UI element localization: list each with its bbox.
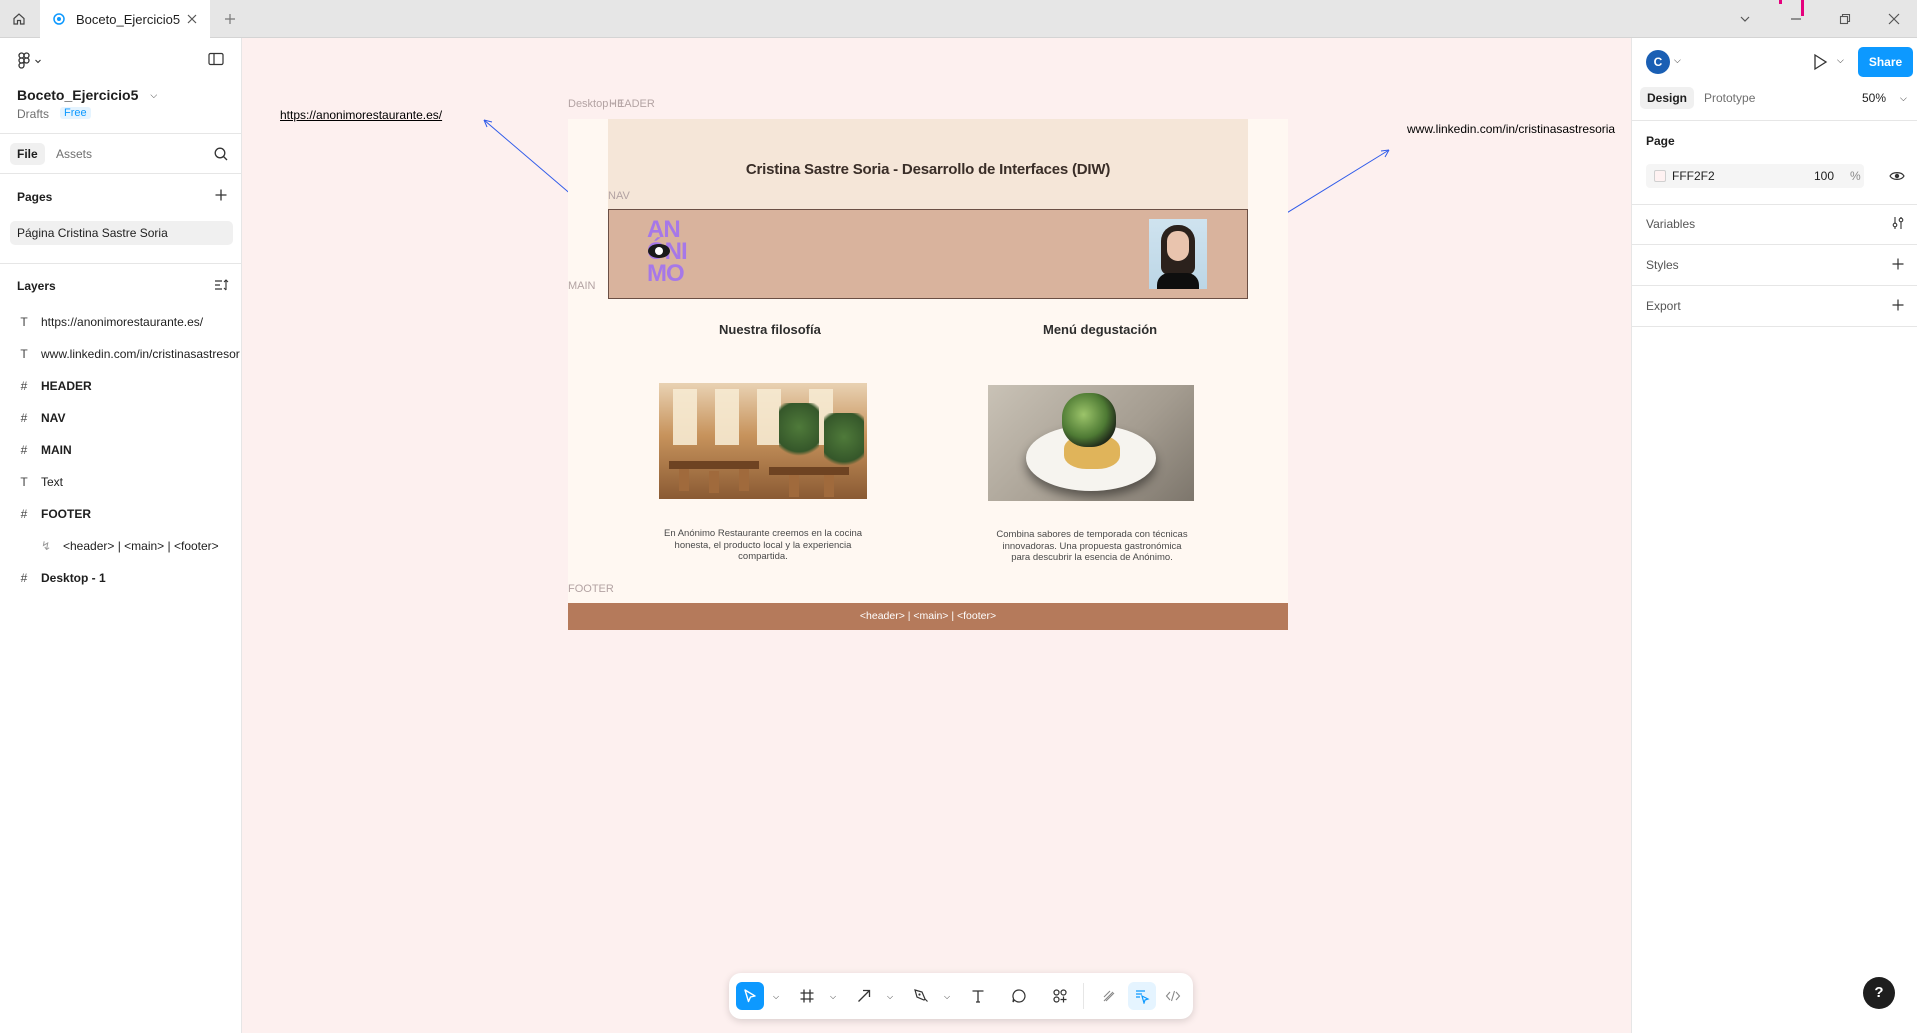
add-style-button[interactable] <box>1890 256 1906 275</box>
text-icon <box>972 990 984 1003</box>
arrow-icon <box>858 989 871 1002</box>
chevron-down-icon[interactable]: ⌵ <box>1674 55 1681 66</box>
page-heading: Page <box>1646 134 1675 148</box>
play-icon <box>1814 53 1828 71</box>
frame-tool-button[interactable] <box>793 982 821 1010</box>
image-chair <box>679 469 689 491</box>
page-opacity[interactable]: 100 <box>1814 164 1834 188</box>
variables-button[interactable] <box>1890 215 1906 234</box>
tab-prototype[interactable]: Prototype <box>1704 87 1755 109</box>
image-chair <box>709 471 719 493</box>
image-window <box>757 389 781 445</box>
draw-mode-button[interactable] <box>1095 982 1123 1010</box>
section-title-filosofia: Nuestra filosofía <box>719 322 821 337</box>
page-opacity-unit: % <box>1850 169 1861 183</box>
divider <box>1632 285 1917 286</box>
divider <box>1632 204 1917 205</box>
variables-heading[interactable]: Variables <box>1646 217 1695 231</box>
header-frame[interactable]: Cristina Sastre Soria - Desarrollo de In… <box>608 119 1248 209</box>
footer-frame[interactable]: <header> | <main> | <footer> <box>568 603 1288 630</box>
frame-icon <box>800 989 814 1003</box>
plus-icon <box>1892 299 1904 311</box>
design-mode-button[interactable] <box>1128 982 1156 1010</box>
chevron-down-icon[interactable]: ⌵ <box>944 992 950 1002</box>
footer-text: <header> | <main> | <footer> <box>859 610 997 622</box>
plus-icon <box>1892 258 1904 270</box>
comment-icon <box>1012 989 1026 1003</box>
image-greens <box>1062 393 1116 447</box>
frame-label-main[interactable]: MAIN <box>568 280 596 292</box>
comment-tool-button[interactable] <box>1005 982 1033 1010</box>
chevron-down-icon[interactable]: ⌵ <box>1900 93 1907 104</box>
page-color-hex[interactable]: FFF2F2 <box>1672 164 1715 188</box>
components-icon <box>1053 989 1067 1003</box>
frame-label-footer[interactable]: FOOTER <box>568 583 614 595</box>
share-button[interactable]: Share <box>1858 47 1913 77</box>
header-title: Cristina Sastre Soria - Desarrollo de In… <box>745 161 1111 178</box>
export-heading[interactable]: Export <box>1646 299 1681 313</box>
image-chair <box>789 475 799 497</box>
help-button[interactable]: ? <box>1863 977 1895 1009</box>
photo-face <box>1167 231 1189 261</box>
text-tool-button[interactable] <box>964 982 992 1010</box>
add-export-button[interactable] <box>1890 297 1906 316</box>
tab-design[interactable]: Design <box>1640 87 1695 109</box>
image-window <box>715 389 739 445</box>
chevron-down-icon[interactable]: ⌵ <box>830 992 836 1002</box>
divider <box>1632 326 1917 327</box>
code-icon <box>1165 990 1181 1002</box>
sliders-icon <box>1892 217 1904 229</box>
anonimo-logo: AN ÓNI MO <box>647 218 707 291</box>
cursor-icon <box>744 989 756 1003</box>
move-tool-button[interactable] <box>736 982 764 1010</box>
chevron-down-icon[interactable]: ⌵ <box>887 992 893 1002</box>
frame-label-header[interactable]: HEADER <box>609 98 655 110</box>
logo-eye-icon <box>648 244 670 258</box>
toolbar-divider <box>1083 983 1084 1009</box>
image-plant <box>779 403 819 463</box>
styles-heading[interactable]: Styles <box>1646 258 1679 272</box>
logo-line: MO <box>647 260 685 287</box>
frame-label-nav[interactable]: NAV <box>608 190 630 202</box>
chevron-down-icon[interactable]: ⌵ <box>773 992 779 1002</box>
actions-button[interactable] <box>1046 982 1074 1010</box>
right-panel: C ⌵ ⌵ Share Design Prototype 50% ⌵ Page … <box>1631 38 1917 1033</box>
shape-tool-button[interactable] <box>850 982 878 1010</box>
pen-icon <box>914 989 928 1002</box>
photo-shirt <box>1157 273 1199 289</box>
zoom-level[interactable]: 50% <box>1862 87 1886 109</box>
page-color-field[interactable]: FFF2F2 100 % <box>1646 164 1864 188</box>
section-title-menu: Menú degustación <box>1043 322 1158 337</box>
visibility-toggle[interactable] <box>1889 169 1905 186</box>
image-chair <box>824 475 834 497</box>
restaurant-interior-image <box>659 383 867 499</box>
tasting-menu-dish-image <box>988 385 1194 501</box>
bottom-toolbar: ⌵ ⌵ ⌵ ⌵ <box>729 973 1193 1019</box>
divider <box>1632 244 1917 245</box>
image-table <box>769 467 849 475</box>
dev-mode-button[interactable] <box>1159 982 1187 1010</box>
present-button[interactable] <box>1812 53 1828 74</box>
image-table <box>669 461 759 469</box>
nav-frame[interactable]: AN ÓNI MO <box>608 209 1248 299</box>
image-window <box>673 389 697 445</box>
profile-photo <box>1149 219 1207 289</box>
draw-icon <box>1103 990 1115 1002</box>
image-chair <box>739 469 749 491</box>
chevron-down-icon[interactable]: ⌵ <box>1837 55 1844 66</box>
design-mode-icon <box>1136 990 1150 1004</box>
image-plant <box>824 413 864 473</box>
eye-icon <box>1889 172 1905 180</box>
avatar[interactable]: C <box>1646 50 1670 74</box>
color-swatch[interactable] <box>1654 170 1666 182</box>
section-text-filosofia: En Anónimo Restaurante creemos en la coc… <box>663 528 863 562</box>
pen-tool-button[interactable] <box>907 982 935 1010</box>
section-text-menu: Combina sabores de temporada con técnica… <box>996 529 1188 563</box>
divider <box>1632 120 1917 121</box>
